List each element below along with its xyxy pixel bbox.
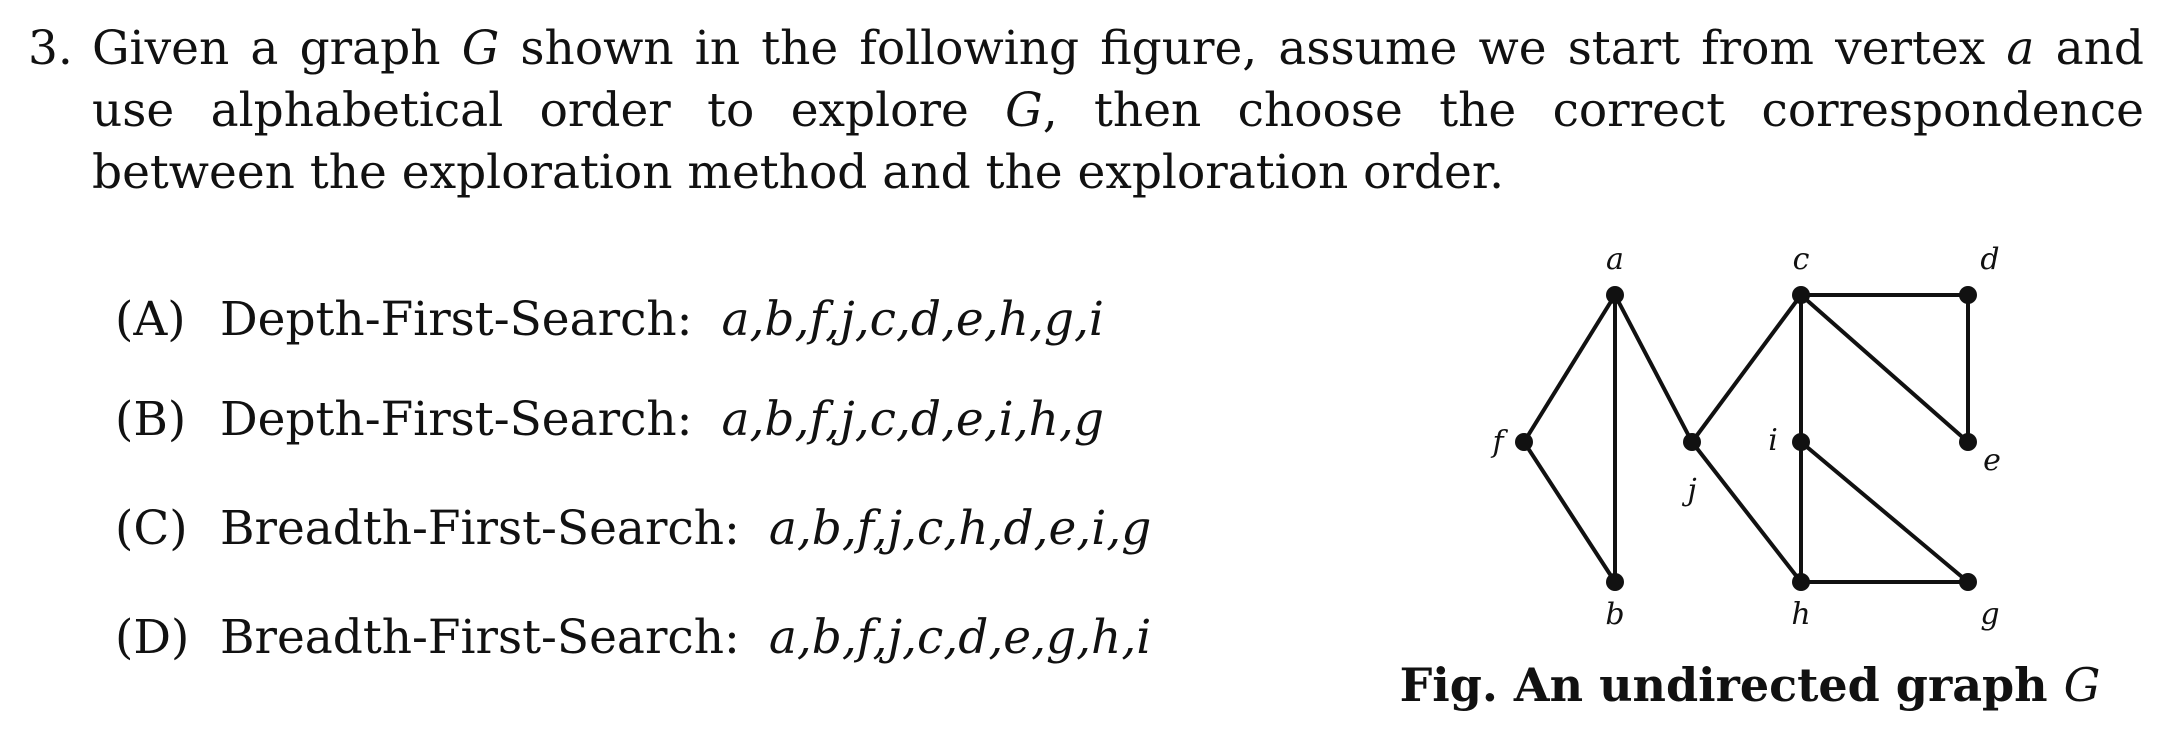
graph-diagram: a b c d e f g h i j — [1490, 242, 2001, 632]
option-a[interactable]: (A) Depth-First-Search: a,b,f,j,c,d,e,h,… — [115, 292, 1104, 348]
question-text: Given a graph G shown in the following f… — [92, 18, 2144, 204]
option-label: (B) — [115, 392, 187, 447]
edge-a-f — [1522, 293, 1617, 444]
vertex-label-i: i — [1768, 423, 1778, 458]
vertex-label-j: j — [1681, 473, 1696, 508]
start-vertex: a — [2006, 21, 2035, 76]
vertex-e — [1959, 433, 1977, 451]
option-method: Depth-First-Search: — [219, 292, 693, 347]
option-c[interactable]: (C) Breadth-First-Search: a,b,f,j,c,h,d,… — [115, 501, 1151, 557]
option-sequence: a,b,f,j,c,d,e,h,g,i — [721, 292, 1104, 347]
graph-variable: G — [461, 21, 500, 76]
option-method: Breadth-First-Search: — [219, 610, 740, 665]
vertex-f — [1515, 433, 1533, 451]
edge-j-c — [1690, 293, 1803, 444]
vertex-label-c: c — [1793, 242, 1810, 277]
vertex-a — [1606, 286, 1624, 304]
option-b[interactable]: (B) Depth-First-Search: a,b,f,j,c,d,e,i,… — [115, 392, 1104, 448]
option-sequence: a,b,f,j,c,h,d,e,i,g — [768, 501, 1152, 556]
vertex-c — [1792, 286, 1810, 304]
edge-i-g — [1799, 440, 1970, 584]
figure-caption: Fig. An undirected graph G — [1390, 658, 2110, 712]
caption-graph-variable: G — [2063, 658, 2101, 712]
question-block: 3. Given a graph G shown in the followin… — [28, 18, 2148, 204]
graph-variable: G — [1005, 83, 1043, 138]
caption-text: Fig. An undirected graph — [1399, 658, 2064, 712]
vertex-label-h: h — [1791, 597, 1810, 632]
vertex-g — [1959, 573, 1977, 591]
question-number: 3. — [28, 21, 73, 76]
vertex-label-b: b — [1605, 597, 1624, 632]
option-label: (D) — [115, 610, 190, 665]
edge-a-j — [1613, 294, 1694, 443]
vertex-label-g: g — [1980, 597, 1999, 632]
edge-j-h — [1690, 440, 1803, 584]
option-method: Breadth-First-Search: — [219, 501, 740, 556]
edge-f-b — [1522, 440, 1617, 584]
option-sequence: a,b,f,j,c,d,e,i,h,g — [721, 392, 1104, 447]
edge-c-e — [1799, 293, 1970, 444]
option-method: Depth-First-Search: — [219, 392, 693, 447]
option-sequence: a,b,f,j,c,d,e,g,h,i — [768, 610, 1152, 665]
vertex-label-f: f — [1490, 425, 1508, 460]
vertex-d — [1959, 286, 1977, 304]
option-label: (C) — [115, 501, 188, 556]
question-text-part: Given a graph — [92, 21, 462, 76]
vertex-j — [1683, 433, 1701, 451]
vertex-label-e: e — [1983, 443, 2001, 478]
vertex-label-a: a — [1606, 242, 1624, 277]
vertex-h — [1792, 573, 1810, 591]
option-label: (A) — [115, 292, 186, 347]
question-text-part: shown in the following figure, assume we… — [499, 21, 2007, 76]
vertex-b — [1606, 573, 1624, 591]
vertex-label-d: d — [1980, 242, 1999, 277]
option-d[interactable]: (D) Breadth-First-Search: a,b,f,j,c,d,e,… — [115, 610, 1151, 666]
vertex-i — [1792, 433, 1810, 451]
